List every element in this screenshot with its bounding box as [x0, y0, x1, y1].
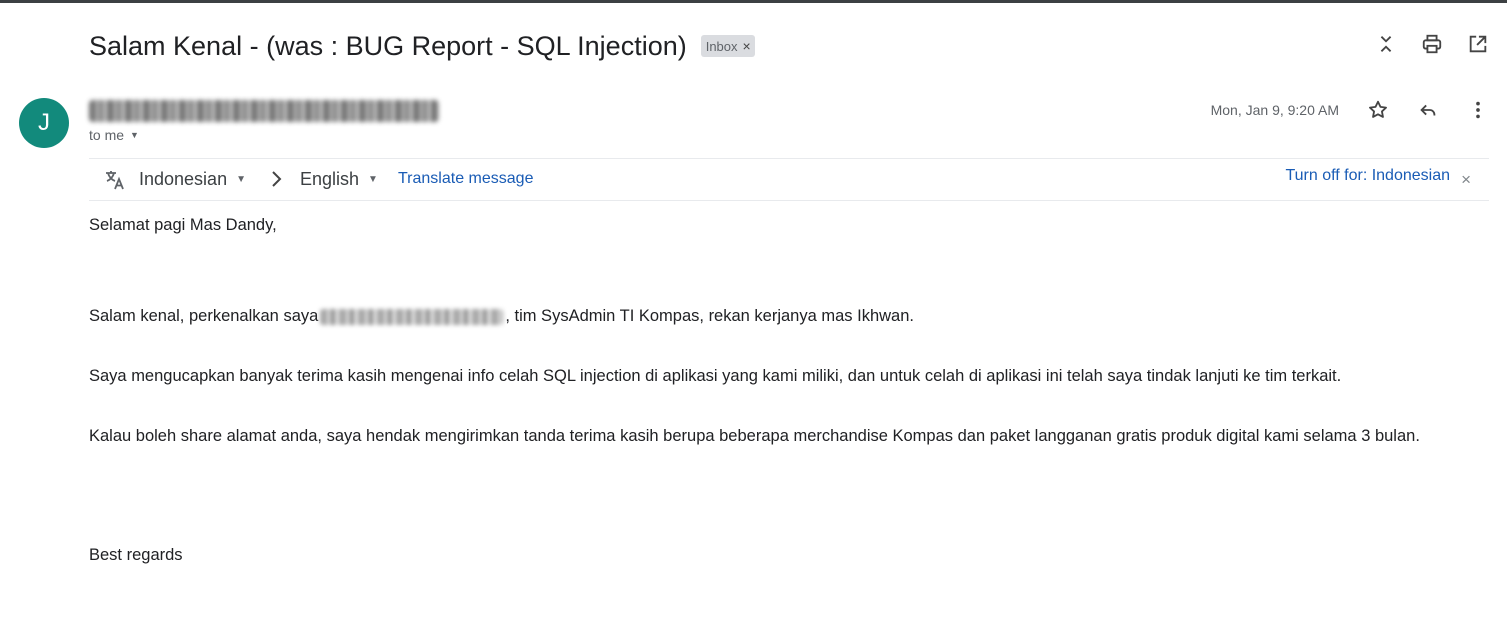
chevron-down-icon[interactable]: ▼ — [130, 130, 139, 140]
paragraph-merchandise: Kalau boleh share alamat anda, saya hend… — [89, 427, 1420, 445]
more-vert-icon[interactable] — [1467, 98, 1489, 122]
expand-collapse-icon[interactable] — [1375, 32, 1397, 56]
top-border — [0, 0, 1507, 3]
chevron-down-icon: ▼ — [236, 174, 246, 185]
source-language-select[interactable]: Indonesian ▼ — [139, 169, 246, 190]
recipient-label: to me — [89, 127, 125, 143]
header-actions — [1375, 32, 1489, 56]
greeting: Selamat pagi Mas Dandy, — [89, 216, 277, 234]
closing: Best regards — [89, 546, 183, 564]
sender-avatar[interactable]: J — [19, 98, 69, 148]
target-language-select[interactable]: English ▼ — [300, 169, 378, 190]
translate-bar: Indonesian ▼ English ▼ Translate message… — [89, 158, 1489, 201]
close-icon[interactable]: × — [1461, 170, 1471, 190]
inbox-label-chip: Inbox × — [700, 35, 755, 57]
translate-message-link[interactable]: Translate message — [398, 170, 533, 188]
star-icon[interactable] — [1367, 98, 1389, 122]
chevron-down-icon: ▼ — [368, 174, 378, 185]
inbox-label[interactable]: Inbox — [706, 39, 738, 54]
source-language-label: Indonesian — [139, 169, 228, 189]
turn-off-translation-link[interactable]: Turn off for: Indonesian — [1285, 167, 1450, 185]
chevron-right-icon — [272, 171, 282, 187]
target-language-label: English — [300, 169, 360, 189]
print-icon[interactable] — [1421, 32, 1443, 56]
paragraph-intro: Salam kenal, perkenalkan saya , tim SysAd… — [89, 301, 1489, 331]
translate-icon — [106, 171, 124, 190]
recipient-details[interactable]: to me ▼ — [89, 127, 139, 143]
remove-label-button[interactable]: × — [743, 38, 751, 54]
sender-name-redacted-inline — [320, 308, 504, 325]
open-new-window-icon[interactable] — [1467, 32, 1489, 56]
paragraph-thanks: Saya mengucapkan banyak terima kasih men… — [89, 367, 1342, 385]
sender-name-redacted — [89, 100, 439, 122]
reply-icon[interactable] — [1417, 98, 1439, 122]
message-actions — [1367, 98, 1489, 122]
intro-text-start: Salam kenal, perkenalkan saya — [89, 307, 319, 325]
subject-row: Salam Kenal - (was : BUG Report - SQL In… — [89, 29, 755, 63]
email-subject: Salam Kenal - (was : BUG Report - SQL In… — [89, 30, 687, 61]
email-date: Mon, Jan 9, 9:20 AM — [1210, 102, 1339, 118]
intro-text-end: , tim SysAdmin TI Kompas, rekan kerjanya… — [505, 307, 914, 325]
